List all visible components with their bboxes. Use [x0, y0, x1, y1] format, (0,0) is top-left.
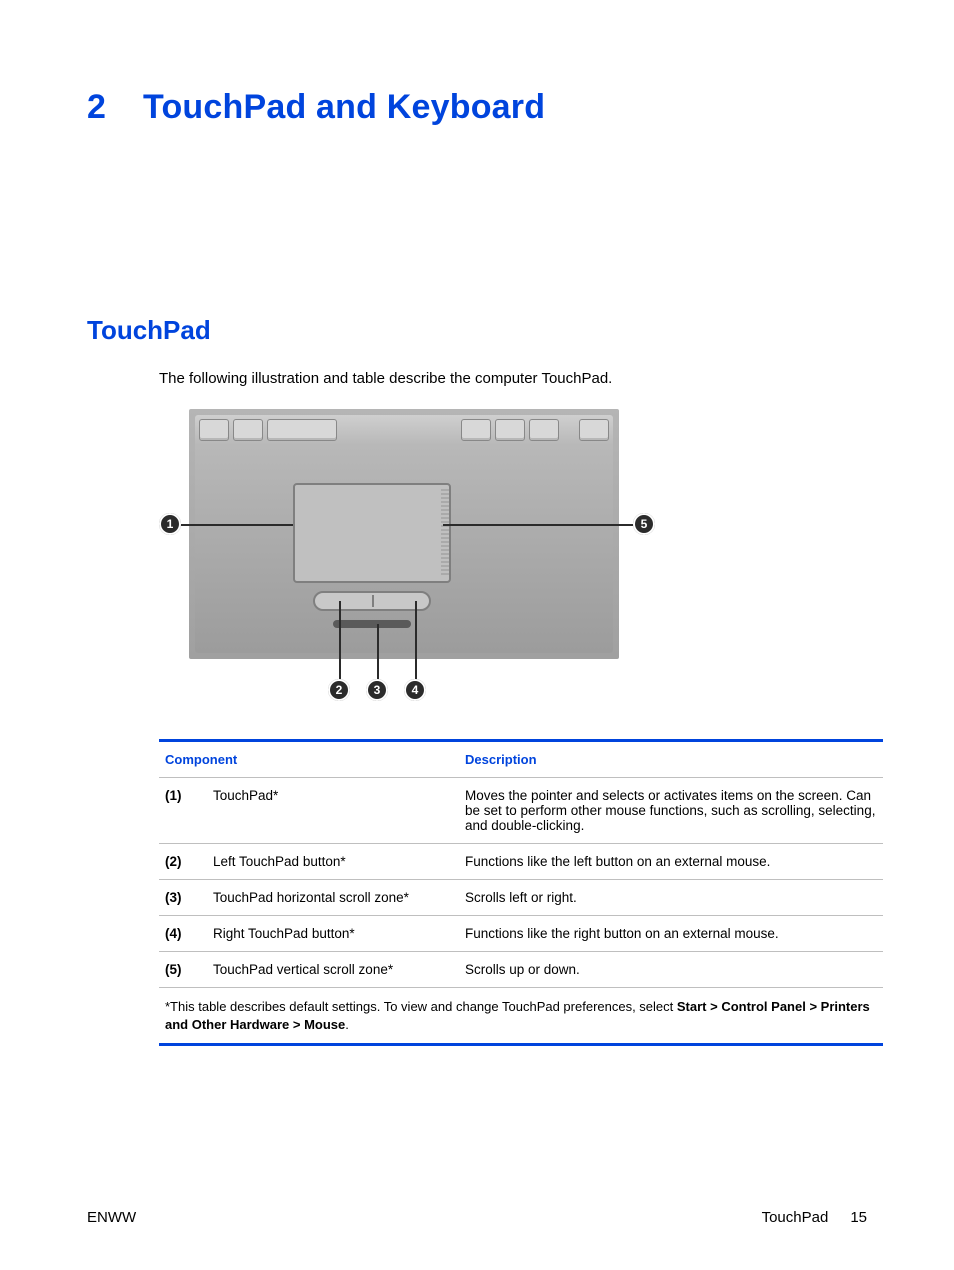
row-num: (5) — [165, 962, 213, 977]
footer-page-number: 15 — [850, 1209, 867, 1226]
row-component: Left TouchPad button* — [213, 854, 465, 869]
table-row: (5) TouchPad vertical scroll zone* Scrol… — [159, 952, 883, 988]
touchpad-buttons — [313, 591, 431, 611]
key-icon — [199, 419, 229, 441]
table-row: (1) TouchPad* Moves the pointer and sele… — [159, 778, 883, 844]
callout-line — [339, 601, 341, 679]
intro-paragraph: The following illustration and table des… — [159, 370, 867, 387]
footer-left: ENWW — [87, 1209, 136, 1226]
table-bottom-rule — [159, 1043, 883, 1046]
footer-section: TouchPad — [762, 1209, 829, 1226]
callout-bubble-5: 5 — [633, 513, 655, 535]
callout-line — [443, 524, 633, 526]
key-icon — [579, 419, 609, 441]
row-component: TouchPad vertical scroll zone* — [213, 962, 465, 977]
table-footnote: *This table describes default settings. … — [159, 988, 883, 1043]
touchpad-horizontal-scrollzone — [333, 620, 411, 628]
section-title: TouchPad — [87, 315, 867, 346]
row-description: Functions like the right button on an ex… — [465, 926, 877, 941]
chapter-number: 2 — [87, 88, 143, 127]
touchpad-surface — [293, 483, 451, 583]
table-row: (3) TouchPad horizontal scroll zone* Scr… — [159, 880, 883, 916]
key-icon — [233, 419, 263, 441]
key-icon — [461, 419, 491, 441]
table-row: (2) Left TouchPad button* Functions like… — [159, 844, 883, 880]
callout-bubble-2: 2 — [328, 679, 350, 701]
row-description: Functions like the left button on an ext… — [465, 854, 877, 869]
callout-line — [377, 624, 379, 679]
callout-line — [415, 601, 417, 679]
table-header-description: Description — [465, 752, 877, 767]
callout-bubble-4: 4 — [404, 679, 426, 701]
callout-bubble-3: 3 — [366, 679, 388, 701]
palmrest — [195, 445, 613, 653]
row-component: TouchPad horizontal scroll zone* — [213, 890, 465, 905]
document-page: 2TouchPad and Keyboard TouchPad The foll… — [0, 0, 954, 1270]
callout-line — [181, 524, 293, 526]
row-component: Right TouchPad button* — [213, 926, 465, 941]
table-header-component: Component — [165, 752, 465, 767]
touchpad-illustration: 1 5 2 3 4 — [159, 409, 657, 709]
row-description: Scrolls left or right. — [465, 890, 877, 905]
key-icon — [267, 419, 337, 441]
touchpad-vertical-scrollzone — [441, 489, 449, 577]
row-description: Scrolls up or down. — [465, 962, 877, 977]
table-header-row: Component Description — [159, 742, 883, 778]
row-num: (3) — [165, 890, 213, 905]
row-num: (4) — [165, 926, 213, 941]
chapter-title: 2TouchPad and Keyboard — [87, 88, 867, 127]
keyboard-row — [195, 415, 613, 445]
row-num: (2) — [165, 854, 213, 869]
row-num: (1) — [165, 788, 213, 833]
table-row: (4) Right TouchPad button* Functions lik… — [159, 916, 883, 952]
chapter-title-text: TouchPad and Keyboard — [143, 88, 545, 126]
callout-bubble-1: 1 — [159, 513, 181, 535]
laptop-photo — [189, 409, 619, 659]
key-icon — [529, 419, 559, 441]
footnote-post: . — [345, 1017, 349, 1032]
footnote-pre: *This table describes default settings. … — [165, 999, 677, 1014]
component-table: Component Description (1) TouchPad* Move… — [159, 739, 883, 1046]
row-description: Moves the pointer and selects or activat… — [465, 788, 877, 833]
page-footer: ENWW TouchPad 15 — [87, 1209, 867, 1226]
row-component: TouchPad* — [213, 788, 465, 833]
key-icon — [495, 419, 525, 441]
